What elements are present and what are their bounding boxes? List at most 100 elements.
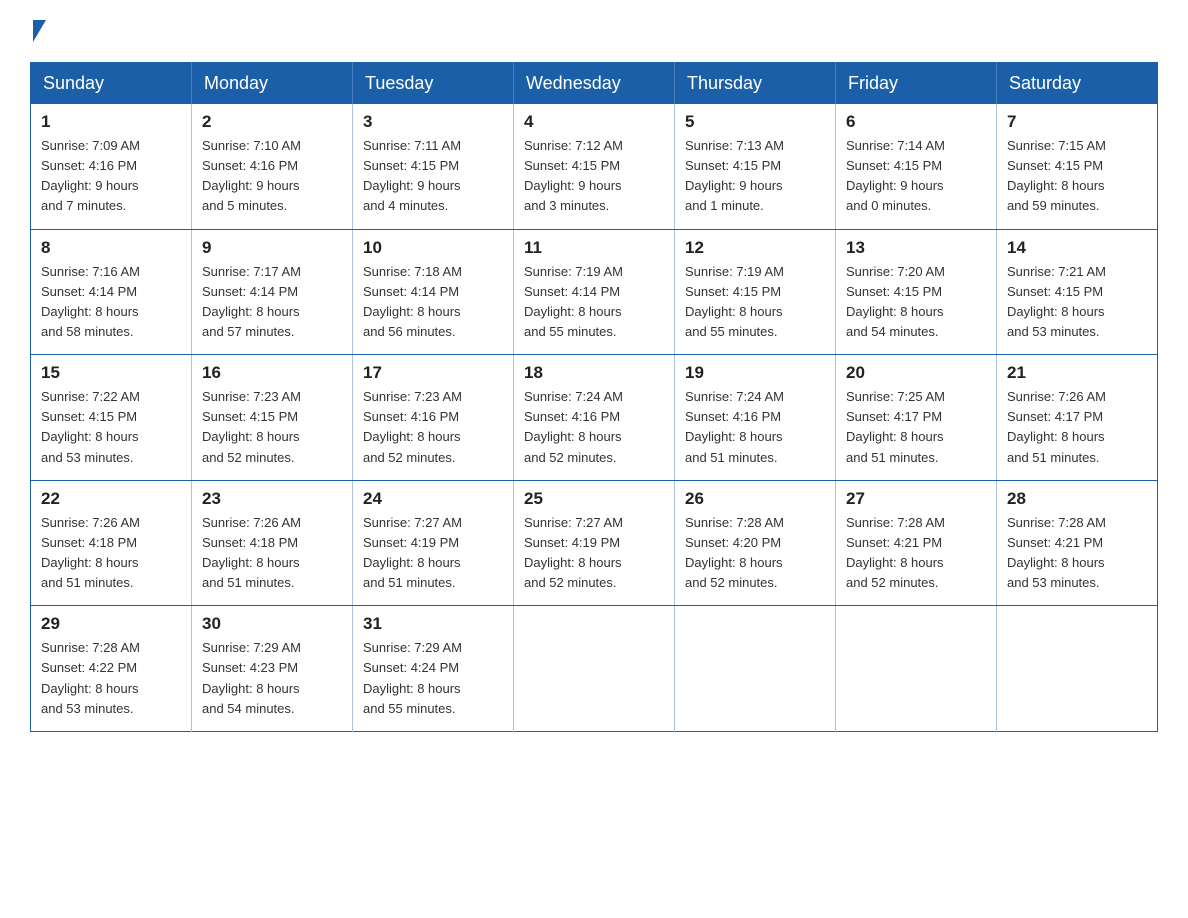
day-number: 7 xyxy=(1007,112,1147,132)
day-number: 21 xyxy=(1007,363,1147,383)
calendar-cell: 5 Sunrise: 7:13 AMSunset: 4:15 PMDayligh… xyxy=(675,104,836,229)
day-info: Sunrise: 7:24 AMSunset: 4:16 PMDaylight:… xyxy=(685,389,784,464)
calendar-cell: 11 Sunrise: 7:19 AMSunset: 4:14 PMDaylig… xyxy=(514,229,675,355)
calendar-cell: 3 Sunrise: 7:11 AMSunset: 4:15 PMDayligh… xyxy=(353,104,514,229)
day-number: 31 xyxy=(363,614,503,634)
calendar-cell: 28 Sunrise: 7:28 AMSunset: 4:21 PMDaylig… xyxy=(997,480,1158,606)
day-info: Sunrise: 7:09 AMSunset: 4:16 PMDaylight:… xyxy=(41,138,140,213)
logo-triangle-icon xyxy=(33,20,46,42)
day-info: Sunrise: 7:17 AMSunset: 4:14 PMDaylight:… xyxy=(202,264,301,339)
day-number: 9 xyxy=(202,238,342,258)
day-info: Sunrise: 7:28 AMSunset: 4:22 PMDaylight:… xyxy=(41,640,140,715)
day-info: Sunrise: 7:29 AMSunset: 4:24 PMDaylight:… xyxy=(363,640,462,715)
day-info: Sunrise: 7:11 AMSunset: 4:15 PMDaylight:… xyxy=(363,138,461,213)
day-info: Sunrise: 7:26 AMSunset: 4:17 PMDaylight:… xyxy=(1007,389,1106,464)
day-info: Sunrise: 7:12 AMSunset: 4:15 PMDaylight:… xyxy=(524,138,623,213)
calendar-cell: 4 Sunrise: 7:12 AMSunset: 4:15 PMDayligh… xyxy=(514,104,675,229)
day-info: Sunrise: 7:23 AMSunset: 4:16 PMDaylight:… xyxy=(363,389,462,464)
day-info: Sunrise: 7:24 AMSunset: 4:16 PMDaylight:… xyxy=(524,389,623,464)
calendar-cell: 29 Sunrise: 7:28 AMSunset: 4:22 PMDaylig… xyxy=(31,606,192,732)
calendar-cell: 30 Sunrise: 7:29 AMSunset: 4:23 PMDaylig… xyxy=(192,606,353,732)
calendar-cell: 10 Sunrise: 7:18 AMSunset: 4:14 PMDaylig… xyxy=(353,229,514,355)
calendar-week-row: 8 Sunrise: 7:16 AMSunset: 4:14 PMDayligh… xyxy=(31,229,1158,355)
calendar-cell: 13 Sunrise: 7:20 AMSunset: 4:15 PMDaylig… xyxy=(836,229,997,355)
day-number: 4 xyxy=(524,112,664,132)
day-number: 13 xyxy=(846,238,986,258)
day-info: Sunrise: 7:27 AMSunset: 4:19 PMDaylight:… xyxy=(363,515,462,590)
day-number: 23 xyxy=(202,489,342,509)
calendar-week-row: 15 Sunrise: 7:22 AMSunset: 4:15 PMDaylig… xyxy=(31,355,1158,481)
col-wednesday: Wednesday xyxy=(514,63,675,105)
calendar-cell: 12 Sunrise: 7:19 AMSunset: 4:15 PMDaylig… xyxy=(675,229,836,355)
calendar-week-row: 22 Sunrise: 7:26 AMSunset: 4:18 PMDaylig… xyxy=(31,480,1158,606)
calendar-cell: 27 Sunrise: 7:28 AMSunset: 4:21 PMDaylig… xyxy=(836,480,997,606)
day-number: 18 xyxy=(524,363,664,383)
calendar-cell: 21 Sunrise: 7:26 AMSunset: 4:17 PMDaylig… xyxy=(997,355,1158,481)
logo xyxy=(30,20,46,44)
calendar-cell xyxy=(514,606,675,732)
day-number: 17 xyxy=(363,363,503,383)
day-number: 22 xyxy=(41,489,181,509)
col-monday: Monday xyxy=(192,63,353,105)
day-number: 24 xyxy=(363,489,503,509)
day-number: 28 xyxy=(1007,489,1147,509)
day-number: 19 xyxy=(685,363,825,383)
day-info: Sunrise: 7:28 AMSunset: 4:21 PMDaylight:… xyxy=(1007,515,1106,590)
calendar-cell xyxy=(675,606,836,732)
calendar-cell: 9 Sunrise: 7:17 AMSunset: 4:14 PMDayligh… xyxy=(192,229,353,355)
day-number: 3 xyxy=(363,112,503,132)
calendar-cell: 18 Sunrise: 7:24 AMSunset: 4:16 PMDaylig… xyxy=(514,355,675,481)
day-info: Sunrise: 7:15 AMSunset: 4:15 PMDaylight:… xyxy=(1007,138,1106,213)
calendar-cell: 17 Sunrise: 7:23 AMSunset: 4:16 PMDaylig… xyxy=(353,355,514,481)
day-number: 5 xyxy=(685,112,825,132)
calendar-cell: 16 Sunrise: 7:23 AMSunset: 4:15 PMDaylig… xyxy=(192,355,353,481)
day-info: Sunrise: 7:22 AMSunset: 4:15 PMDaylight:… xyxy=(41,389,140,464)
day-number: 16 xyxy=(202,363,342,383)
calendar-cell: 2 Sunrise: 7:10 AMSunset: 4:16 PMDayligh… xyxy=(192,104,353,229)
calendar-cell: 8 Sunrise: 7:16 AMSunset: 4:14 PMDayligh… xyxy=(31,229,192,355)
day-number: 2 xyxy=(202,112,342,132)
calendar-cell: 23 Sunrise: 7:26 AMSunset: 4:18 PMDaylig… xyxy=(192,480,353,606)
day-info: Sunrise: 7:20 AMSunset: 4:15 PMDaylight:… xyxy=(846,264,945,339)
day-number: 6 xyxy=(846,112,986,132)
calendar-cell xyxy=(836,606,997,732)
calendar-week-row: 29 Sunrise: 7:28 AMSunset: 4:22 PMDaylig… xyxy=(31,606,1158,732)
day-info: Sunrise: 7:25 AMSunset: 4:17 PMDaylight:… xyxy=(846,389,945,464)
day-info: Sunrise: 7:27 AMSunset: 4:19 PMDaylight:… xyxy=(524,515,623,590)
calendar-cell: 15 Sunrise: 7:22 AMSunset: 4:15 PMDaylig… xyxy=(31,355,192,481)
calendar-week-row: 1 Sunrise: 7:09 AMSunset: 4:16 PMDayligh… xyxy=(31,104,1158,229)
day-info: Sunrise: 7:14 AMSunset: 4:15 PMDaylight:… xyxy=(846,138,945,213)
calendar-cell: 6 Sunrise: 7:14 AMSunset: 4:15 PMDayligh… xyxy=(836,104,997,229)
day-info: Sunrise: 7:16 AMSunset: 4:14 PMDaylight:… xyxy=(41,264,140,339)
day-info: Sunrise: 7:26 AMSunset: 4:18 PMDaylight:… xyxy=(41,515,140,590)
calendar-cell: 22 Sunrise: 7:26 AMSunset: 4:18 PMDaylig… xyxy=(31,480,192,606)
day-number: 25 xyxy=(524,489,664,509)
calendar-table: Sunday Monday Tuesday Wednesday Thursday… xyxy=(30,62,1158,732)
day-number: 20 xyxy=(846,363,986,383)
day-number: 29 xyxy=(41,614,181,634)
day-info: Sunrise: 7:26 AMSunset: 4:18 PMDaylight:… xyxy=(202,515,301,590)
calendar-cell: 7 Sunrise: 7:15 AMSunset: 4:15 PMDayligh… xyxy=(997,104,1158,229)
day-info: Sunrise: 7:23 AMSunset: 4:15 PMDaylight:… xyxy=(202,389,301,464)
day-info: Sunrise: 7:21 AMSunset: 4:15 PMDaylight:… xyxy=(1007,264,1106,339)
col-friday: Friday xyxy=(836,63,997,105)
calendar-cell: 14 Sunrise: 7:21 AMSunset: 4:15 PMDaylig… xyxy=(997,229,1158,355)
day-info: Sunrise: 7:19 AMSunset: 4:14 PMDaylight:… xyxy=(524,264,623,339)
day-number: 1 xyxy=(41,112,181,132)
day-number: 10 xyxy=(363,238,503,258)
col-saturday: Saturday xyxy=(997,63,1158,105)
day-info: Sunrise: 7:10 AMSunset: 4:16 PMDaylight:… xyxy=(202,138,301,213)
day-info: Sunrise: 7:28 AMSunset: 4:21 PMDaylight:… xyxy=(846,515,945,590)
day-info: Sunrise: 7:28 AMSunset: 4:20 PMDaylight:… xyxy=(685,515,784,590)
day-info: Sunrise: 7:19 AMSunset: 4:15 PMDaylight:… xyxy=(685,264,784,339)
calendar-header-row: Sunday Monday Tuesday Wednesday Thursday… xyxy=(31,63,1158,105)
day-number: 8 xyxy=(41,238,181,258)
day-info: Sunrise: 7:18 AMSunset: 4:14 PMDaylight:… xyxy=(363,264,462,339)
day-number: 11 xyxy=(524,238,664,258)
day-info: Sunrise: 7:13 AMSunset: 4:15 PMDaylight:… xyxy=(685,138,784,213)
day-number: 26 xyxy=(685,489,825,509)
calendar-cell: 20 Sunrise: 7:25 AMSunset: 4:17 PMDaylig… xyxy=(836,355,997,481)
day-number: 12 xyxy=(685,238,825,258)
col-sunday: Sunday xyxy=(31,63,192,105)
calendar-cell: 26 Sunrise: 7:28 AMSunset: 4:20 PMDaylig… xyxy=(675,480,836,606)
